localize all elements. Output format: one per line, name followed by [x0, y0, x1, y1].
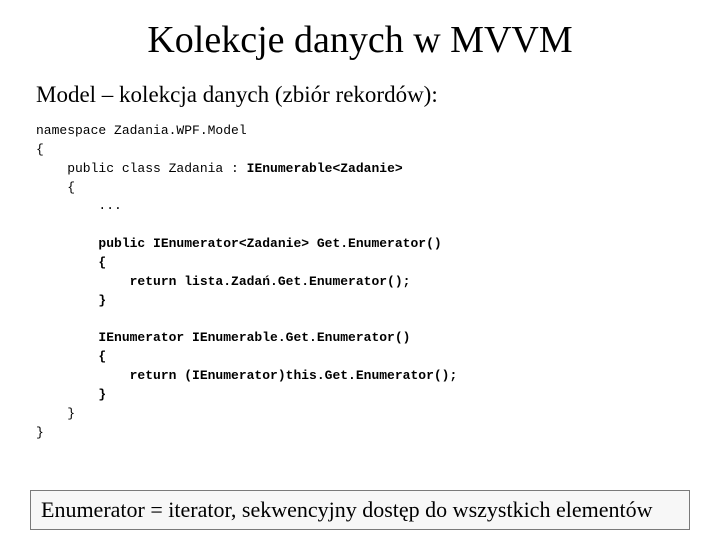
code-block: namespace Zadania.WPF.Model { public cla… [36, 122, 690, 442]
code-line: public class Zadania : [36, 161, 247, 176]
code-bold: return lista.Zadań.Get.Enumerator(); [36, 274, 410, 289]
code-bold: public IEnumerator<Zadanie> Get.Enumerat… [36, 236, 442, 251]
code-line: } [36, 406, 75, 421]
slide-subtitle: Model – kolekcja danych (zbiór rekordów)… [36, 82, 690, 108]
code-bold: } [36, 387, 106, 402]
footer-note: Enumerator = iterator, sekwencyjny dostę… [30, 490, 690, 530]
code-bold: { [36, 255, 106, 270]
code-bold: } [36, 293, 106, 308]
code-line: } [36, 425, 44, 440]
code-bold: return (IEnumerator)this.Get.Enumerator(… [36, 368, 457, 383]
code-line: { [36, 142, 44, 157]
code-line: ... [36, 198, 122, 213]
code-bold: IEnumerable<Zadanie> [247, 161, 403, 176]
slide: Kolekcje danych w MVVM Model – kolekcja … [0, 0, 720, 540]
code-bold: IEnumerator IEnumerable.Get.Enumerator() [36, 330, 410, 345]
slide-title: Kolekcje danych w MVVM [30, 18, 690, 62]
code-line: { [36, 180, 75, 195]
code-line: namespace Zadania.WPF.Model [36, 123, 247, 138]
code-bold: { [36, 349, 106, 364]
